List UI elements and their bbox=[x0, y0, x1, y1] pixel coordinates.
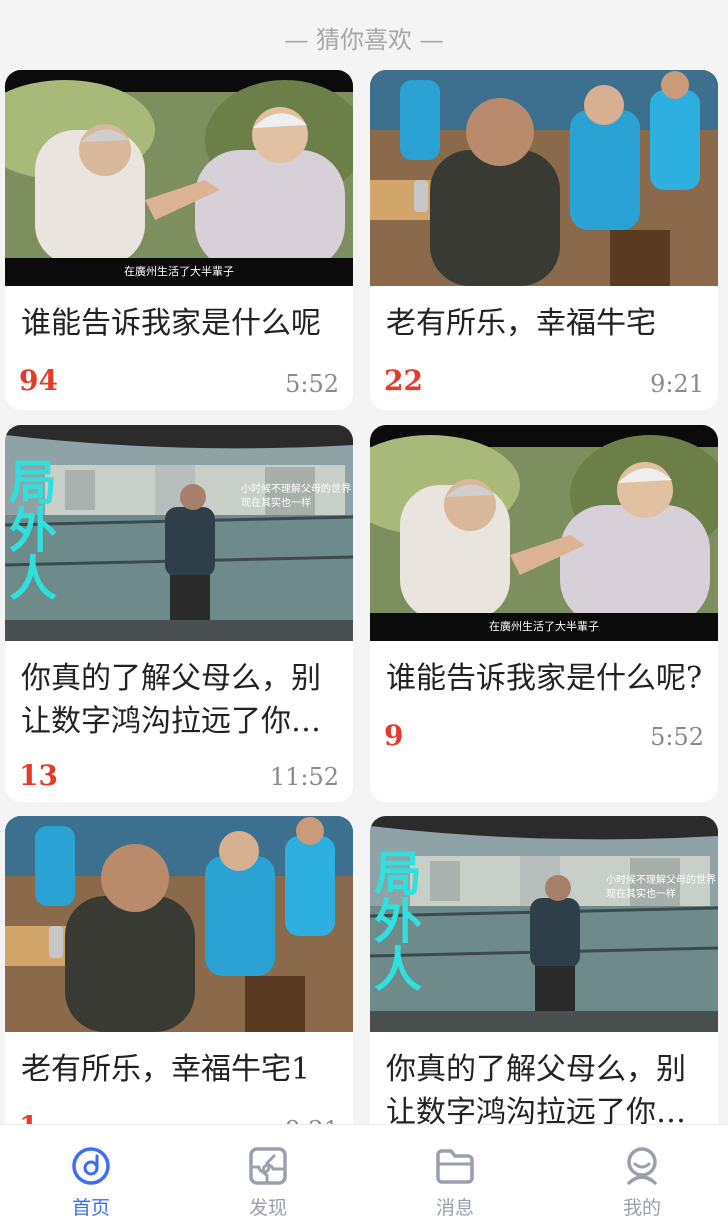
video-duration: 5:52 bbox=[285, 370, 339, 398]
puzzle-icon bbox=[247, 1145, 289, 1187]
video-thumbnail[interactable]: 在廣州生活了大半輩子 bbox=[370, 425, 718, 641]
thumbnail-caption: 小时候不理解父母的世界 现在其实也一样 bbox=[606, 875, 716, 900]
view-count: 22 bbox=[384, 364, 423, 397]
tab-messages[interactable]: 消息 bbox=[364, 1125, 546, 1225]
video-thumbnail[interactable] bbox=[370, 70, 718, 286]
video-grid: 在廣州生活了大半輩子 谁能告诉我家是什么呢 94 5:52 老有所乐，幸福牛宅 … bbox=[0, 0, 728, 1224]
thumbnail-title: 局外人 bbox=[374, 846, 423, 998]
video-title: 老有所乐，幸福牛宅1 bbox=[21, 1052, 311, 1087]
tab-discover[interactable]: 发现 bbox=[177, 1125, 359, 1225]
view-count: 9 bbox=[384, 719, 404, 752]
thumbnail-caption: 在廣州生活了大半輩子 bbox=[124, 265, 234, 278]
video-thumbnail[interactable] bbox=[5, 816, 353, 1032]
view-count: 94 bbox=[19, 364, 58, 397]
thumbnail-caption: 在廣州生活了大半輩子 bbox=[489, 620, 599, 633]
video-duration: 9:21 bbox=[650, 370, 704, 398]
video-card[interactable]: 在廣州生活了大半輩子 谁能告诉我家是什么呢 94 5:52 bbox=[5, 70, 353, 410]
video-card[interactable]: 老有所乐，幸福牛宅 22 9:21 bbox=[370, 70, 718, 410]
bottom-tab-bar: 首页 发现 消息 我的 bbox=[0, 1124, 728, 1225]
video-title: 谁能告诉我家是什么呢? bbox=[386, 661, 703, 696]
tab-profile[interactable]: 我的 bbox=[551, 1125, 728, 1225]
view-count: 13 bbox=[19, 759, 58, 792]
person-icon bbox=[621, 1145, 663, 1187]
video-thumbnail[interactable]: 局外人 小时候不理解父母的世界 现在其实也一样 bbox=[5, 425, 353, 641]
tab-label: 发现 bbox=[248, 1197, 287, 1219]
music-disc-icon bbox=[70, 1145, 112, 1187]
video-thumbnail[interactable]: 在廣州生活了大半輩子 bbox=[5, 70, 353, 286]
video-thumbnail[interactable]: 局外人 小时候不理解父母的世界 现在其实也一样 bbox=[370, 816, 718, 1032]
video-card[interactable]: 在廣州生活了大半輩子 谁能告诉我家是什么呢? 9 5:52 bbox=[370, 425, 718, 802]
thumbnail-caption: 小时候不理解父母的世界 现在其实也一样 bbox=[241, 484, 351, 509]
thumbnail-title: 局外人 bbox=[9, 455, 58, 607]
tab-label: 首页 bbox=[71, 1197, 110, 1219]
video-title: 谁能告诉我家是什么呢 bbox=[21, 306, 321, 341]
video-title: 你真的了解父母么，别让数字鸿沟拉远了你… bbox=[386, 1052, 686, 1130]
folder-icon bbox=[434, 1145, 476, 1187]
video-card[interactable]: 局外人 小时候不理解父母的世界 现在其实也一样 你真的了解父母么，别让数字鸿沟拉… bbox=[5, 425, 353, 802]
video-title: 你真的了解父母么，别让数字鸿沟拉远了你… bbox=[21, 661, 321, 739]
video-title: 老有所乐，幸福牛宅 bbox=[386, 306, 656, 341]
video-duration: 5:52 bbox=[650, 723, 704, 751]
tab-label: 我的 bbox=[622, 1197, 661, 1219]
tab-label: 消息 bbox=[435, 1197, 474, 1219]
video-card[interactable]: 老有所乐，幸福牛宅1 1 9:21 bbox=[5, 816, 353, 1156]
tab-home[interactable]: 首页 bbox=[0, 1125, 182, 1225]
video-duration: 11:52 bbox=[269, 763, 339, 791]
